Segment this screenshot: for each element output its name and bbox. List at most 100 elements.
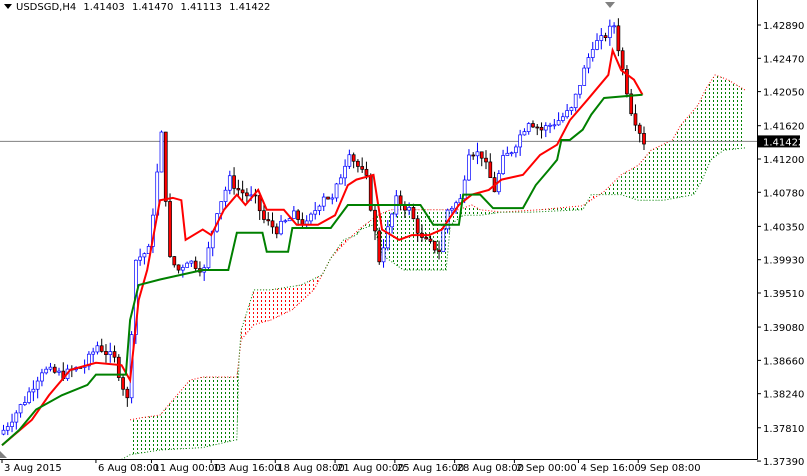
candle-body: [428, 238, 433, 242]
kumo-segment: [689, 110, 694, 196]
y-tick-label: 1.40350: [763, 222, 804, 233]
candle: [309, 212, 313, 225]
candle: [326, 196, 330, 200]
candle: [91, 347, 96, 363]
candle-body: [586, 57, 591, 69]
candle: [227, 170, 232, 195]
kumo-segment: [633, 165, 639, 201]
candle-body: [18, 404, 23, 414]
kumo-segment: [224, 377, 229, 443]
candle-body: [360, 166, 365, 170]
y-tick-label: 1.40780: [763, 188, 804, 199]
candle: [240, 180, 245, 202]
kumo-segment: [407, 209, 412, 270]
kumo-segment: [727, 79, 733, 150]
candle: [245, 188, 249, 203]
kumo-segment: [283, 287, 289, 314]
dropdown-triangle-icon[interactable]: [4, 4, 12, 9]
candle: [266, 212, 271, 226]
candle: [292, 206, 296, 219]
candle-body: [381, 247, 386, 263]
kumo-segment: [172, 395, 178, 450]
candle-body: [125, 388, 130, 399]
candle-body: [561, 116, 565, 121]
candle-body: [334, 183, 339, 199]
candle: [599, 28, 604, 50]
candle-body: [292, 210, 296, 219]
price-chart[interactable]: 1.42890 1.42470 1.42050 1.41620 1.41200 1.407…: [0, 0, 807, 476]
candle-body: [104, 351, 108, 355]
candle-body: [31, 388, 36, 393]
candle-body: [479, 151, 484, 159]
candle: [488, 153, 493, 178]
candle: [104, 344, 108, 363]
kumo-segment: [719, 76, 724, 154]
candle: [23, 396, 27, 407]
kumo-segment: [219, 377, 225, 444]
kumo-segment: [668, 139, 673, 200]
x-tick-label: 6 Aug 08:00: [98, 463, 159, 474]
candle: [467, 149, 471, 181]
kumo-segment: [655, 146, 660, 201]
candle: [304, 215, 309, 228]
candle: [168, 193, 172, 258]
candle: [633, 104, 638, 132]
kumo-segment: [236, 330, 242, 440]
candle: [35, 376, 40, 399]
kumo-segment: [403, 209, 408, 270]
kumo-segment: [142, 416, 148, 453]
candle: [556, 112, 561, 126]
kumo-segment: [740, 87, 745, 149]
candle-body: [27, 391, 31, 403]
kumo-segment: [629, 167, 634, 199]
kumo-segment: [471, 204, 476, 216]
candle: [125, 386, 130, 407]
candle: [590, 41, 595, 62]
candle: [138, 248, 142, 266]
candle: [607, 19, 612, 46]
candle-body: [616, 25, 621, 52]
candle: [330, 193, 335, 205]
kumo-segment: [625, 170, 630, 198]
candle: [257, 194, 262, 220]
candle: [99, 338, 104, 353]
candle: [338, 174, 343, 185]
open-value: 1.41403: [83, 2, 125, 13]
candle-body: [270, 220, 275, 228]
candle-body: [407, 207, 411, 211]
kumo-segment: [646, 150, 652, 201]
kumo-segment: [732, 82, 737, 150]
candle-body: [484, 157, 488, 163]
candle-body: [450, 208, 454, 211]
candle: [351, 152, 356, 169]
kumo-segment: [189, 379, 195, 449]
candle: [1, 424, 6, 436]
candle: [552, 118, 557, 130]
x-tick-label: 2 Sep 00:00: [516, 463, 576, 474]
candle-body: [1, 429, 6, 435]
low-value: 1.41113: [180, 2, 222, 13]
candle: [569, 106, 574, 115]
candle-body: [99, 345, 104, 352]
candle-body: [321, 196, 326, 207]
candle: [484, 150, 488, 170]
candle: [206, 241, 211, 271]
kumo-segment: [138, 417, 143, 454]
kumo-segment: [300, 282, 306, 302]
candle-body: [620, 50, 625, 70]
candle-body: [5, 426, 10, 431]
candle: [356, 159, 360, 173]
kumo-segment: [659, 144, 664, 201]
kumo-segment: [292, 285, 297, 310]
y-tick-label: 1.37390: [763, 457, 804, 468]
kumo-segment: [181, 385, 186, 449]
candle-body: [509, 152, 514, 155]
candle: [18, 403, 23, 418]
candle: [522, 128, 527, 136]
kumo-segment: [604, 187, 609, 195]
kumo-segment: [433, 209, 438, 270]
candle-body: [206, 247, 211, 269]
candle-body: [91, 351, 96, 355]
chart-header: USDSGD,H4 1.41403 1.41470 1.41113 1.4142…: [4, 2, 274, 13]
kumo-segment: [215, 377, 220, 445]
